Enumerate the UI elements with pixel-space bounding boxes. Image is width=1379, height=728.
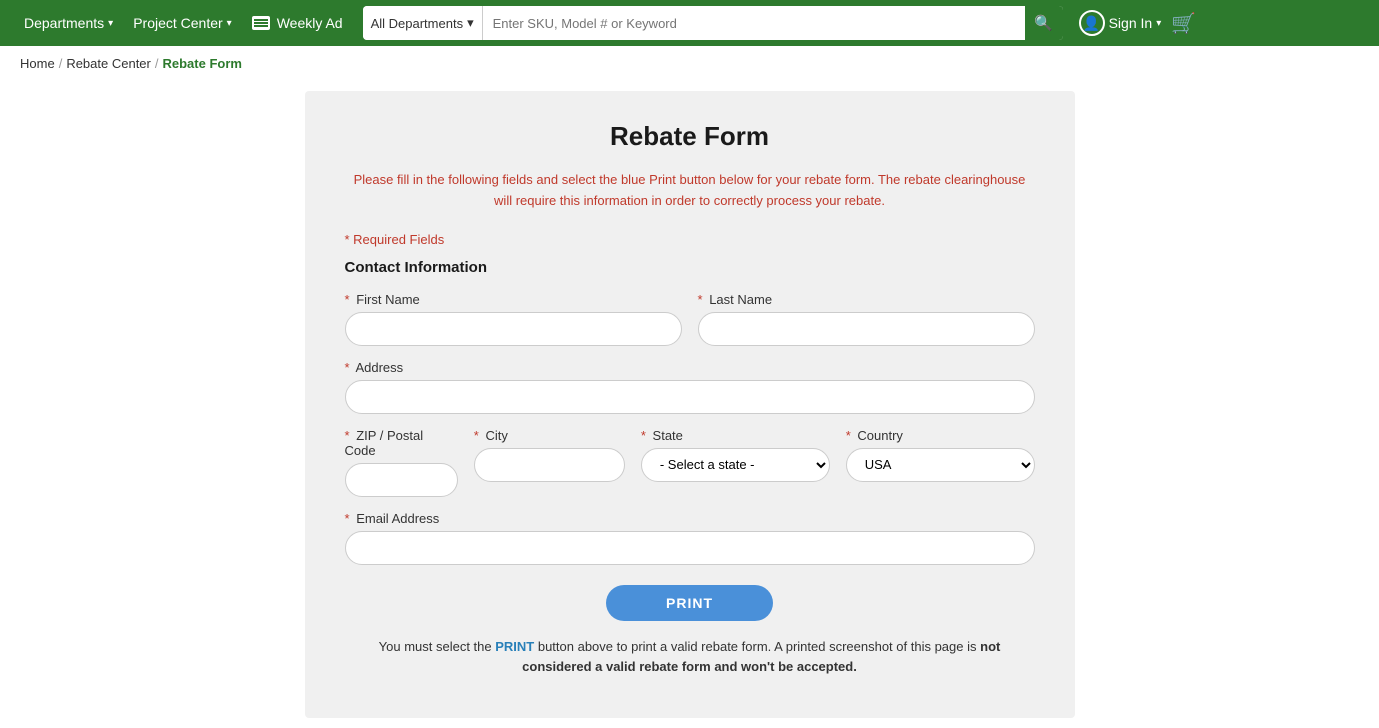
project-center-nav[interactable]: Project Center ▾	[125, 15, 240, 31]
address-input[interactable]	[345, 380, 1035, 414]
form-title: Rebate Form	[345, 121, 1035, 152]
header: Departments ▾ Project Center ▾ Weekly Ad…	[0, 0, 1379, 46]
form-container: Rebate Form Please fill in the following…	[305, 91, 1075, 718]
zip-group: * ZIP / Postal Code	[345, 428, 458, 497]
print-button[interactable]: PRINT	[606, 585, 773, 621]
search-dept-label: All Departments	[371, 16, 463, 31]
form-instructions: Please fill in the following fields and …	[345, 170, 1035, 212]
departments-label: Departments	[24, 15, 104, 31]
cart-icon[interactable]: 🛒	[1171, 11, 1196, 36]
search-dept-chevron-icon: ▾	[467, 15, 474, 31]
last-name-group: * Last Name	[698, 292, 1035, 346]
country-group: * Country USA Canada Mexico	[846, 428, 1035, 497]
search-bar: All Departments ▾ 🔍	[363, 6, 1063, 40]
weekly-ad-label: Weekly Ad	[277, 15, 343, 31]
breadcrumb-rebate-center[interactable]: Rebate Center	[66, 56, 151, 71]
state-group: * State - Select a state - Alabama Alask…	[641, 428, 830, 497]
required-note: * Required Fields	[345, 232, 1035, 247]
last-name-label: * Last Name	[698, 292, 1035, 307]
breadcrumb-sep-2: /	[155, 56, 159, 71]
email-row: * Email Address	[345, 511, 1035, 565]
breadcrumb-sep-1: /	[59, 56, 63, 71]
required-asterisk: * Required Fields	[345, 232, 445, 247]
zip-label: * ZIP / Postal Code	[345, 428, 458, 458]
name-row: * First Name * Last Name	[345, 292, 1035, 346]
country-select[interactable]: USA Canada Mexico	[846, 448, 1035, 482]
location-row: * ZIP / Postal Code * City * State - Sel…	[345, 428, 1035, 497]
section-title: Contact Information	[345, 259, 1035, 276]
departments-chevron-icon: ▾	[108, 18, 113, 29]
print-note-not-valid: not considered a valid rebate form and w…	[522, 639, 1000, 675]
email-group: * Email Address	[345, 511, 1035, 565]
first-name-group: * First Name	[345, 292, 682, 346]
city-input[interactable]	[474, 448, 625, 482]
print-note: You must select the PRINT button above t…	[345, 637, 1035, 679]
project-center-label: Project Center	[133, 15, 222, 31]
city-group: * City	[474, 428, 625, 497]
weekly-ad-nav[interactable]: Weekly Ad	[244, 15, 351, 31]
header-right: 👤 Sign In ▾ 🛒	[1079, 10, 1197, 36]
zip-input[interactable]	[345, 463, 458, 497]
search-button[interactable]: 🔍	[1025, 6, 1063, 40]
address-row: * Address	[345, 360, 1035, 414]
city-label: * City	[474, 428, 625, 443]
first-name-label: * First Name	[345, 292, 682, 307]
print-note-blue-text: PRINT	[495, 639, 534, 654]
last-name-input[interactable]	[698, 312, 1035, 346]
breadcrumb-current: Rebate Form	[163, 56, 242, 71]
first-name-input[interactable]	[345, 312, 682, 346]
user-icon: 👤	[1079, 10, 1105, 36]
address-group: * Address	[345, 360, 1035, 414]
sign-in-chevron-icon: ▾	[1156, 18, 1161, 29]
search-icon: 🔍	[1034, 14, 1053, 32]
state-select[interactable]: - Select a state - Alabama Alaska Arizon…	[641, 448, 830, 482]
weekly-ad-icon	[252, 16, 270, 30]
sign-in-label: Sign In	[1109, 15, 1153, 31]
email-label: * Email Address	[345, 511, 1035, 526]
state-label: * State	[641, 428, 830, 443]
address-label: * Address	[345, 360, 1035, 375]
departments-nav[interactable]: Departments ▾	[16, 15, 121, 31]
search-input[interactable]	[483, 6, 1025, 40]
project-center-chevron-icon: ▾	[227, 18, 232, 29]
search-department-dropdown[interactable]: All Departments ▾	[363, 6, 483, 40]
email-input[interactable]	[345, 531, 1035, 565]
sign-in-button[interactable]: Sign In ▾	[1109, 15, 1162, 31]
breadcrumb: Home / Rebate Center / Rebate Form	[0, 46, 1379, 81]
breadcrumb-home[interactable]: Home	[20, 56, 55, 71]
country-label: * Country	[846, 428, 1035, 443]
